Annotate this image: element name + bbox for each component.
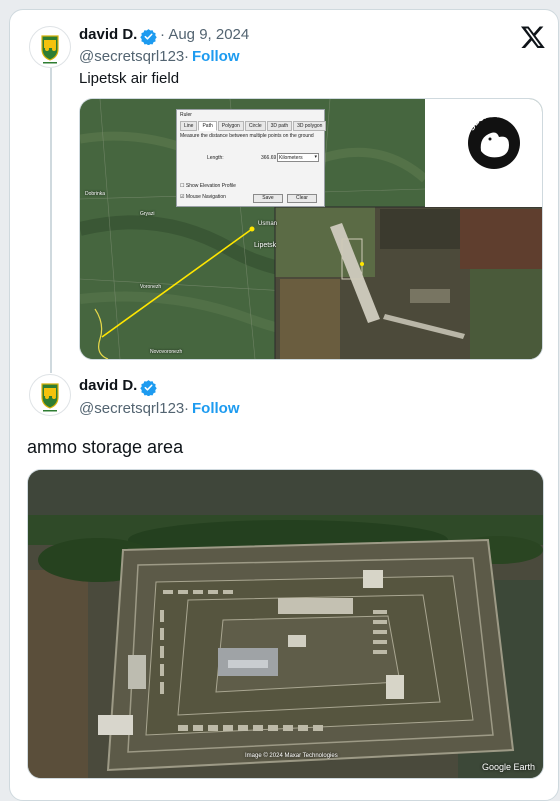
- clear-button[interactable]: Clear: [287, 194, 317, 203]
- mouse-nav-label: Mouse Navigation: [185, 194, 226, 200]
- show-elevation-checkbox[interactable]: ☐ Show Elevation Profile: [180, 183, 236, 189]
- author-handle[interactable]: @secretsqrl123: [79, 400, 184, 417]
- svg-text:SECRET: SECRET: [467, 110, 501, 132]
- avatar[interactable]: [29, 26, 71, 68]
- verified-badge-icon: [140, 380, 157, 396]
- ruler-tabs: Line Path Polygon Circle 3D path 3D polygon: [180, 121, 327, 131]
- author-handle[interactable]: @secretsqrl123: [79, 48, 184, 65]
- map-label: Gryazi: [140, 211, 155, 217]
- author-name[interactable]: david D.: [79, 377, 137, 394]
- tab-3d-path[interactable]: 3D path: [266, 121, 293, 131]
- author-name[interactable]: david D.: [79, 26, 137, 43]
- ammo-storage-satellite-image: [28, 470, 543, 778]
- ruler-dialog-title: Ruler: [180, 112, 192, 118]
- chevron-down-icon: ▾: [314, 154, 317, 160]
- tweet-card[interactable]: david D. · Aug 9, 2024 @secretsqrl123 · …: [9, 9, 559, 801]
- show-elevation-label: Show Elevation Profile: [185, 183, 236, 189]
- follow-button[interactable]: Follow: [192, 400, 240, 417]
- tab-line[interactable]: Line: [180, 121, 198, 131]
- map-label-lipetsk: Lipetsk: [254, 242, 277, 249]
- avatar[interactable]: [29, 374, 71, 416]
- coat-of-arms-icon: [41, 383, 59, 412]
- unit-select[interactable]: Kilometers ▾: [277, 153, 319, 162]
- length-value: 366.69: [261, 155, 277, 161]
- tab-polygon[interactable]: Polygon: [217, 121, 244, 131]
- tweet-image-map[interactable]: SECRET Lipetsk Usman Gryazi Dobrinka Vor…: [79, 98, 543, 360]
- tab-circle[interactable]: Circle: [244, 121, 266, 131]
- tweet-date[interactable]: · Aug 9, 2024: [160, 26, 249, 43]
- map-label: Usman: [258, 221, 278, 227]
- tweet-text: Lipetsk air field: [79, 70, 180, 87]
- imagery-credit: Image © 2024 Maxar Technologies: [245, 753, 338, 759]
- thread-connector: [50, 68, 52, 373]
- tab-3d-polygon[interactable]: 3D polygon: [293, 121, 327, 131]
- x-logo-icon[interactable]: [520, 24, 546, 50]
- save-button[interactable]: Save: [253, 194, 283, 203]
- google-earth-watermark: Google Earth: [481, 762, 535, 772]
- tweet-image-satellite[interactable]: Image © 2024 Maxar Technologies Google E…: [27, 469, 544, 779]
- unit-select-value: Kilometers: [279, 155, 303, 161]
- map-label: Dobrinka: [85, 191, 106, 197]
- ruler-instructions: Measure the distance between multiple po…: [180, 133, 314, 139]
- verified-badge-icon: [140, 29, 157, 45]
- tweet-text: ammo storage area: [27, 437, 184, 457]
- follow-button[interactable]: Follow: [192, 48, 240, 65]
- separator-dot: ·: [184, 48, 189, 65]
- mouse-nav-checkbox[interactable]: ☑ Mouse Navigation: [180, 194, 226, 200]
- separator-dot: ·: [184, 400, 189, 417]
- length-label: Length:: [207, 155, 224, 161]
- map-label: Voronezh: [140, 284, 162, 290]
- map-label: Novovoronezh: [150, 349, 183, 355]
- ruler-dialog[interactable]: Ruler Line Path Polygon Circle 3D path 3D pol…: [176, 109, 327, 207]
- coat-of-arms-icon: [41, 35, 59, 64]
- tab-path[interactable]: Path: [198, 121, 217, 131]
